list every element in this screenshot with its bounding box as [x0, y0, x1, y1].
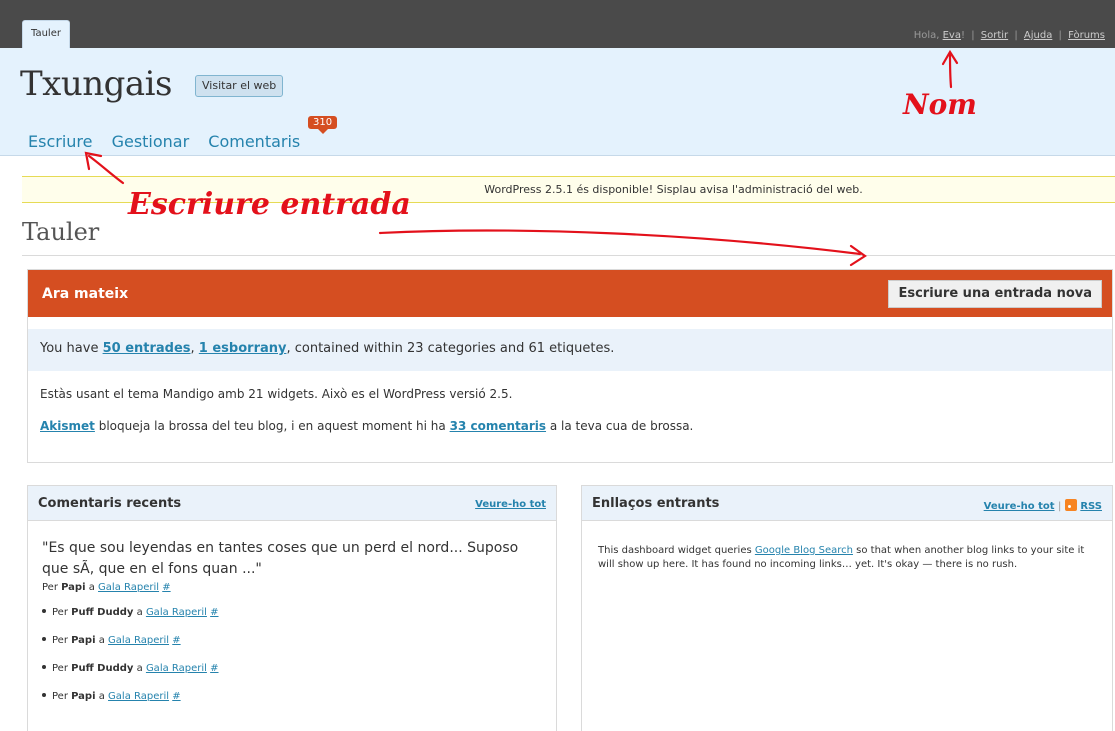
recent-comments-view-all[interactable]: Veure-ho tot	[475, 499, 546, 510]
button-arrow-shaft	[378, 229, 862, 256]
new-post-button[interactable]: Escriure una entrada nova	[888, 280, 1102, 308]
comment-post-link[interactable]: Gala Raperil	[146, 663, 207, 674]
comments-count-badge: 310	[308, 116, 338, 134]
comment-meta: Per Papi a Gala Raperil #	[42, 582, 171, 593]
akismet-info: Akismet bloqueja la brossa del teu blog,…	[40, 419, 694, 433]
list-item: Per Puff Duddy a Gala Raperil #	[42, 607, 542, 618]
write-post-annotation: Escriure entrada	[128, 187, 411, 222]
list-item: Per Puff Duddy a Gala Raperil #	[42, 663, 542, 674]
forums-link[interactable]: Fòrums	[1068, 30, 1105, 41]
posts-count-link[interactable]: 50 entrades	[103, 341, 191, 356]
greeting: Hola,	[913, 30, 940, 41]
comment-permalink[interactable]: #	[210, 607, 218, 618]
comment-post-link[interactable]: Gala Raperil	[146, 607, 207, 618]
right-now-box: Ara mateix Escriure una entrada nova You…	[27, 269, 1113, 463]
greeting-end: !	[960, 30, 965, 41]
site-title: Txungais	[20, 64, 173, 104]
comment-post-link[interactable]: Gala Raperil	[108, 691, 169, 702]
visit-site-button[interactable]: Visitar el web	[195, 75, 284, 97]
spam-count-link[interactable]: 33 comentaris	[450, 419, 546, 433]
incoming-links-title: Enllaços entrants	[592, 496, 720, 511]
comment-excerpt: "Es que sou leyendas en tantes coses que…	[42, 540, 519, 577]
name-annotation: Nom	[903, 88, 977, 121]
help-link[interactable]: Ajuda	[1024, 30, 1052, 41]
list-item: Per Papi a Gala Raperil #	[42, 691, 542, 702]
incoming-links-text: This dashboard widget queries Google Blo…	[598, 545, 1085, 570]
comment-permalink[interactable]: #	[162, 582, 170, 593]
list-item: Per Papi a Gala Raperil #	[42, 635, 542, 646]
top-bar-edge	[0, 0, 1115, 9]
right-now-title: Ara mateix	[42, 286, 129, 302]
incoming-links-header: Enllaços entrants Veure-ho tot | RSS	[582, 486, 1112, 521]
recent-comments-widget: Comentaris recents Veure-ho tot "Es que …	[27, 485, 557, 731]
akismet-link[interactable]: Akismet	[40, 419, 95, 433]
rss-link[interactable]: RSS	[1080, 501, 1102, 512]
comment-author: Papi	[61, 582, 86, 593]
nav-manage[interactable]: Gestionar	[112, 132, 190, 151]
logout-link[interactable]: Sortir	[981, 30, 1008, 41]
comment-permalink[interactable]: #	[210, 663, 218, 674]
main-nav: Escriure Gestionar Comentaris	[28, 132, 314, 151]
incoming-links-view-all[interactable]: Veure-ho tot	[984, 501, 1055, 512]
right-now-header: Ara mateix Escriure una entrada nova	[28, 270, 1112, 317]
user-links: Hola, Eva! | Sortir | Ajuda | Fòrums	[913, 30, 1105, 41]
incoming-links-widget: Enllaços entrants Veure-ho tot | RSS Thi…	[581, 485, 1113, 731]
right-now-summary: You have 50 entrades, 1 esborrany, conta…	[28, 329, 1112, 371]
nav-write[interactable]: Escriure	[28, 132, 92, 151]
title-divider	[22, 255, 1115, 256]
comment-permalink[interactable]: #	[172, 635, 180, 646]
google-blog-search-link[interactable]: Google Blog Search	[755, 545, 853, 556]
theme-info: Estàs usant el tema Mandigo amb 21 widge…	[40, 387, 513, 401]
comment-post-link[interactable]: Gala Raperil	[98, 582, 159, 593]
comment-permalink[interactable]: #	[172, 691, 180, 702]
rss-icon[interactable]	[1064, 499, 1077, 511]
nav-comments[interactable]: Comentaris	[208, 132, 300, 151]
dashboard-tab[interactable]: Tauler	[22, 20, 70, 48]
recent-comments-header: Comentaris recents Veure-ho tot	[28, 486, 556, 521]
recent-comments-title: Comentaris recents	[38, 496, 182, 511]
recent-comments-list: Per Puff Duddy a Gala Raperil # Per Papi…	[28, 607, 556, 702]
user-name-link[interactable]: Eva	[943, 30, 961, 41]
top-bar	[0, 9, 1115, 48]
page-title: Tauler	[22, 218, 100, 246]
drafts-count-link[interactable]: 1 esborrany	[199, 341, 287, 356]
comment-post-link[interactable]: Gala Raperil	[108, 635, 169, 646]
